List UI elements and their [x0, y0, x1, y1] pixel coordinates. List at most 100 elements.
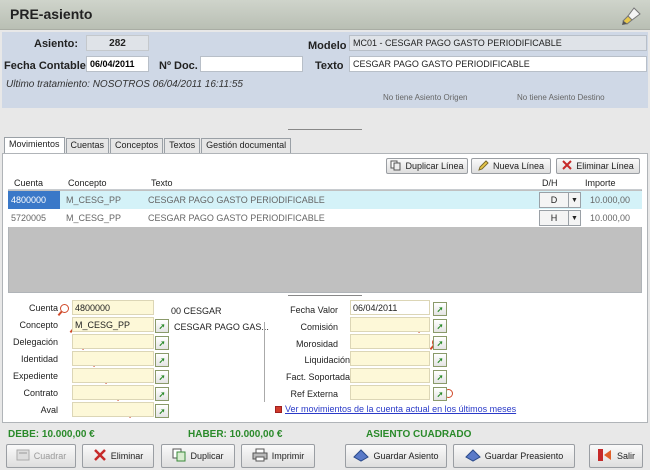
tab-movimientos[interactable]: Movimientos — [4, 137, 65, 154]
splitter[interactable] — [288, 129, 362, 130]
salir-button[interactable]: Salir — [589, 444, 643, 468]
guardar-preasiento-button[interactable]: Guardar Preasiento — [453, 444, 575, 468]
cell-importe[interactable]: 10.000,00 — [590, 191, 630, 209]
delegacion-label: Delegación — [12, 337, 58, 347]
cell-concepto[interactable]: M_CESG_PP — [66, 191, 121, 209]
ndoc-input[interactable] — [200, 56, 303, 72]
fecha-input[interactable]: 06/04/2011 — [86, 56, 149, 72]
tab-conceptos[interactable]: Conceptos — [110, 138, 164, 153]
cuenta-input[interactable]: 4800000 — [72, 300, 154, 315]
eliminar-linea-button[interactable]: Eliminar Línea — [556, 158, 640, 174]
aval-label: Aval — [40, 405, 58, 415]
table-header: Cuenta Concepto Texto D/H Importe — [8, 176, 642, 190]
col-texto[interactable]: Texto — [151, 178, 173, 188]
table-row[interactable]: 4800000 M_CESG_PP CESGAR PAGO GASTO PERI… — [8, 191, 642, 209]
chevron-down-icon[interactable]: ▼ — [568, 211, 580, 225]
chevron-down-icon[interactable]: ▼ — [568, 193, 580, 207]
dh-value: H — [550, 213, 558, 223]
go-arrow-icon[interactable]: ➚ — [155, 404, 169, 418]
texto-input[interactable]: CESGAR PAGO GASTO PERIODIFICABLE — [349, 56, 647, 72]
form-divider — [264, 322, 265, 402]
cell-concepto[interactable]: M_CESG_PP — [66, 209, 121, 227]
go-arrow-icon[interactable]: ➚ — [433, 302, 447, 316]
duplicar-linea-button[interactable]: Duplicar Línea — [386, 158, 468, 174]
asiento-origen: No tiene Asiento Origen — [383, 93, 468, 102]
go-arrow-icon[interactable]: ➚ — [155, 336, 169, 350]
eliminar-button[interactable]: Eliminar — [82, 444, 154, 468]
concepto-input[interactable]: M_CESG_PP — [72, 317, 154, 332]
go-arrow-icon[interactable]: ➚ — [155, 319, 169, 333]
guardar-asiento-button[interactable]: Guardar Asiento — [345, 444, 447, 468]
cuadrar-button[interactable]: Cuadrar — [6, 444, 76, 468]
col-importe[interactable]: Importe — [585, 178, 616, 188]
duplicar-label: Duplicar — [190, 451, 224, 461]
cell-texto[interactable]: CESGAR PAGO GASTO PERIODIFICABLE — [148, 209, 325, 227]
expediente-input[interactable] — [72, 368, 154, 383]
nueva-linea-label: Nueva Línea — [492, 161, 545, 171]
tab-cuentas[interactable]: Cuentas — [65, 138, 110, 153]
go-arrow-icon[interactable]: ➚ — [155, 387, 169, 401]
printer-icon — [252, 448, 268, 464]
ver-movimientos-link[interactable]: Ver movimientos de la cuenta actual en l… — [285, 404, 516, 414]
cell-texto[interactable]: CESGAR PAGO GASTO PERIODIFICABLE — [148, 191, 325, 209]
search-icon[interactable] — [60, 304, 69, 313]
fact-soportada-input[interactable] — [350, 368, 430, 383]
cell-importe[interactable]: 10.000,00 — [590, 209, 630, 227]
ultimo-tratamiento: Ultimo tratamiento: NOSOTROS 06/04/2011 … — [6, 79, 243, 90]
cell-cuenta[interactable]: 4800000 — [8, 191, 60, 209]
eliminar-linea-label: Eliminar Línea — [576, 161, 634, 171]
go-arrow-icon[interactable]: ➚ — [433, 336, 447, 350]
imprimir-button[interactable]: Imprimir — [241, 444, 315, 468]
col-concepto[interactable]: Concepto — [68, 178, 107, 188]
contrato-label: Contrato — [23, 388, 58, 398]
tab-gestion-documental[interactable]: Gestión documental — [201, 138, 292, 153]
dh-select[interactable]: D ▼ — [539, 192, 581, 208]
delegacion-input[interactable] — [72, 334, 154, 349]
guardar-asiento-label: Guardar Asiento — [373, 451, 439, 461]
fecha-valor-input[interactable]: 06/04/2011 — [350, 300, 430, 315]
splitter[interactable] — [288, 295, 362, 296]
identidad-input[interactable] — [72, 351, 154, 366]
ref-externa-input[interactable] — [350, 385, 430, 400]
save-icon — [353, 448, 370, 464]
go-arrow-icon[interactable]: ➚ — [433, 319, 447, 333]
go-arrow-icon[interactable]: ➚ — [433, 387, 447, 401]
copy-icon — [390, 160, 401, 173]
asiento-number: 282 — [86, 35, 149, 51]
morosidad-label: Morosidad — [295, 339, 338, 349]
paintbrush-icon[interactable] — [620, 6, 642, 26]
expediente-label: Expediente — [12, 371, 58, 381]
dh-select[interactable]: H ▼ — [539, 210, 581, 226]
asiento-destino: No tiene Asiento Destino — [517, 93, 605, 102]
aval-input[interactable] — [72, 402, 154, 417]
duplicar-button[interactable]: Duplicar — [161, 444, 235, 468]
table-row[interactable]: 5720005 M_CESG_PP CESGAR PAGO GASTO PERI… — [8, 209, 642, 227]
salir-label: Salir — [616, 451, 635, 461]
fecha-label: Fecha Contable: — [4, 60, 90, 72]
eliminar-label: Eliminar — [110, 451, 144, 461]
title-bar — [0, 0, 650, 30]
exit-icon — [597, 448, 613, 464]
go-arrow-icon[interactable]: ➚ — [155, 353, 169, 367]
comision-input[interactable] — [350, 317, 430, 332]
col-cuenta[interactable]: Cuenta — [14, 178, 43, 188]
morosidad-input[interactable] — [350, 334, 430, 349]
liquidacion-input[interactable] — [350, 351, 430, 366]
contrato-input[interactable] — [72, 385, 154, 400]
pencil-icon — [478, 159, 489, 173]
go-arrow-icon[interactable]: ➚ — [433, 370, 447, 384]
go-arrow-icon[interactable]: ➚ — [433, 353, 447, 367]
tab-bar: Movimientos Cuentas Conceptos Textos Ges… — [4, 137, 292, 154]
window-title: PRE-asiento — [10, 6, 93, 22]
nueva-linea-button[interactable]: Nueva Línea — [471, 158, 551, 174]
dh-value: D — [550, 195, 558, 205]
concepto-description: CESGAR PAGO GAS... — [174, 322, 269, 332]
go-arrow-icon[interactable]: ➚ — [155, 370, 169, 384]
cuenta-description: 00 CESGAR — [171, 306, 222, 316]
cell-cuenta[interactable]: 5720005 — [11, 209, 46, 227]
save-icon — [464, 448, 481, 464]
tab-textos[interactable]: Textos — [164, 138, 201, 153]
fact-soportada-label: Fact. Soportada — [285, 372, 350, 382]
texto-label: Texto — [315, 60, 344, 72]
col-dh[interactable]: D/H — [542, 178, 558, 188]
